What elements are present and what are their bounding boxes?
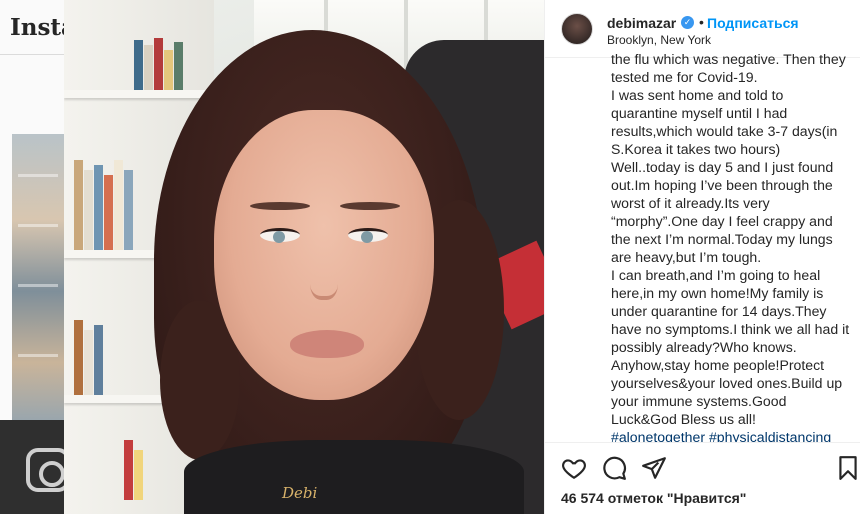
header-separator: •	[699, 14, 704, 30]
caption-line: yourselves&your loved ones.Build up	[611, 375, 843, 391]
comment-icon[interactable]	[601, 455, 627, 481]
caption-line: out.Im hoping I’ve been through the	[611, 177, 833, 193]
caption-line: are heavy,but I’m tough.	[611, 249, 762, 265]
post-side-panel: debimazar ✓ • Подписаться Brooklyn, New …	[544, 0, 860, 514]
caption-line: have no symptoms.I think we all had it	[611, 321, 850, 337]
caption-line: under quarantine for 14 days.They	[611, 303, 827, 319]
caption-line: possibly already?Who knows.	[611, 339, 797, 355]
username-link[interactable]: debimazar	[607, 15, 676, 31]
caption-line: I was sent home and told to	[611, 87, 784, 103]
caption-line: Well..today is day 5 and I just found	[611, 159, 834, 175]
caption-line: here,in my own home!My family is	[611, 285, 824, 301]
background-post-thumbnail[interactable]	[12, 134, 64, 420]
post-photo[interactable]: Debi	[64, 0, 544, 514]
instagram-logo: Insta	[10, 14, 64, 41]
action-bar	[545, 442, 860, 492]
avatar[interactable]	[561, 13, 593, 45]
bookmark-icon[interactable]	[835, 455, 857, 481]
caption-line: I can breath,and I’m going to heal	[611, 267, 821, 283]
lips	[290, 330, 364, 358]
caption-line: worst of it already.Its very	[611, 195, 770, 211]
post-caption: the flu which was negative. Then they te…	[611, 50, 855, 442]
shirt	[184, 440, 524, 514]
caption-line: quarantine myself until I had	[611, 105, 788, 121]
background-profile-page: Insta	[0, 0, 64, 514]
caption-line: “morphy”.One day I feel crappy and	[611, 213, 833, 229]
likes-count[interactable]: 46 574 отметок "Нравится"	[561, 490, 746, 506]
caption-line: S.Korea it takes two hours)	[611, 141, 781, 157]
follow-button[interactable]: Подписаться	[707, 15, 799, 31]
caption-line: results,which would take 3-7 days(in	[611, 123, 838, 139]
caption-line: your immune systems.Good	[611, 393, 787, 409]
caption-line: the next I’m normal.Today my lungs	[611, 231, 833, 247]
verified-badge-icon: ✓	[681, 16, 694, 29]
caption-line: the flu which was negative. Then they	[611, 51, 846, 67]
heart-icon[interactable]	[561, 455, 587, 481]
caption-line: Anyhow,stay home people!Protect	[611, 357, 825, 373]
background-divider	[0, 54, 64, 55]
caption-line: Luck&God Bless us all!	[611, 411, 756, 427]
location-link[interactable]: Brooklyn, New York	[607, 33, 711, 47]
caption-line: tested me for Covid-19.	[611, 69, 758, 85]
share-icon[interactable]	[641, 455, 667, 481]
face	[214, 110, 434, 400]
instagram-camera-icon	[26, 448, 64, 492]
necklace-nameplate: Debi	[282, 484, 318, 502]
hashtags-link[interactable]: #alonetogether #physicaldistancing	[611, 428, 855, 442]
